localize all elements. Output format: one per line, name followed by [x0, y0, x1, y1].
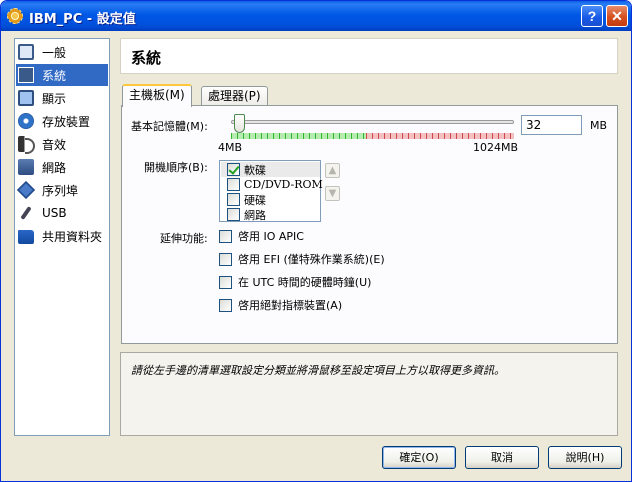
cancel-button[interactable]: 取消: [465, 446, 539, 469]
sidebar-item-display[interactable]: 顯示: [16, 87, 108, 109]
memory-safe-range: [231, 133, 366, 139]
extended-features-label: 延伸功能:: [160, 232, 208, 245]
sidebar-item-label: 序列埠: [42, 183, 79, 198]
motherboard-panel: [121, 105, 618, 344]
boot-item-label: CD/DVD-ROM: [244, 178, 323, 191]
sidebar-item-label: 網路: [42, 160, 67, 175]
close-button[interactable]: ✕: [606, 5, 628, 27]
memory-warn-range: [366, 133, 514, 139]
feature-label: 啓用 EFI (僅特殊作業系統)(E): [238, 253, 385, 266]
page-title: 系統: [131, 49, 162, 67]
sidebar-item-usb[interactable]: USB: [16, 202, 108, 224]
help-button[interactable]: ?: [581, 5, 603, 27]
window-title: IBM_PC - 設定值: [29, 12, 136, 27]
boot-item-checkbox[interactable]: [227, 163, 240, 176]
gear-icon: [7, 8, 23, 24]
memory-input[interactable]: [521, 115, 582, 135]
move-up-button[interactable]: ▲: [325, 163, 340, 178]
boot-item-floppy[interactable]: 軟碟: [221, 162, 320, 177]
boot-item-label: 網路: [244, 208, 266, 222]
feature-label: 啓用 IO APIC: [238, 230, 304, 243]
sidebar-item-label: 一般: [42, 45, 67, 60]
boot-item-network[interactable]: 網路: [221, 207, 320, 222]
boot-item-cdrom[interactable]: CD/DVD-ROM: [221, 177, 323, 192]
efi-checkbox[interactable]: [219, 252, 232, 266]
feature-absolute-pointer[interactable]: 啓用絕對指標裝置(A): [219, 297, 342, 313]
tab-processor[interactable]: 處理器(P): [201, 86, 268, 107]
sidebar-item-label: 存放裝置: [42, 114, 91, 129]
boot-item-checkbox[interactable]: [227, 178, 240, 191]
folder-icon: [18, 230, 34, 244]
settings-category-list[interactable]: 一般 系統 顯示 存放裝置 音效 網路 序列埠 USB 共用資料夾: [14, 38, 110, 436]
sidebar-item-serial[interactable]: 序列埠: [16, 179, 108, 201]
display-icon: [18, 90, 34, 106]
help-dialog-button[interactable]: 說明(H): [548, 446, 622, 469]
absolute-pointer-checkbox[interactable]: [219, 298, 232, 312]
feature-utc-clock[interactable]: 在 UTC 時間的硬體時鐘(U): [219, 274, 371, 290]
tab-motherboard[interactable]: 主機板(M): [122, 84, 192, 107]
memory-max-label: 1024MB: [473, 141, 519, 154]
feature-efi[interactable]: 啓用 EFI (僅特殊作業系統)(E): [219, 251, 385, 267]
settings-window: IBM_PC - 設定值 ? ✕ 一般 系統 顯示 存放裝置 音效 網路 序列埠…: [0, 0, 632, 482]
boot-item-harddisk[interactable]: 硬碟: [221, 192, 320, 207]
sidebar-item-general[interactable]: 一般: [16, 41, 108, 63]
sidebar-item-label: 音效: [42, 137, 67, 152]
io-apic-checkbox[interactable]: [219, 229, 232, 243]
boot-item-checkbox[interactable]: [227, 193, 240, 206]
chip-icon: [18, 67, 34, 83]
network-icon: [18, 159, 34, 175]
boot-order-list[interactable]: 軟碟 CD/DVD-ROM 硬碟 網路: [219, 160, 323, 222]
disc-icon: [18, 113, 34, 129]
feature-io-apic[interactable]: 啓用 IO APIC: [219, 228, 304, 244]
utc-clock-checkbox[interactable]: [219, 275, 232, 289]
speaker-icon: [18, 136, 35, 154]
sidebar-item-label: 顯示: [42, 91, 67, 106]
usb-icon: [18, 205, 34, 221]
memory-label: 基本記憶體(M):: [131, 120, 208, 133]
sidebar-item-label: 系統: [42, 68, 67, 83]
memory-min-label: 4MB: [218, 141, 243, 154]
boot-item-checkbox[interactable]: [227, 208, 240, 221]
serial-icon: [16, 180, 36, 200]
feature-label: 在 UTC 時間的硬體時鐘(U): [238, 276, 372, 289]
boot-item-label: 硬碟: [244, 193, 266, 207]
sidebar-item-system[interactable]: 系統: [16, 64, 108, 86]
move-down-button[interactable]: ▼: [325, 186, 340, 201]
sidebar-item-shared-folders[interactable]: 共用資料夾: [16, 225, 108, 247]
feature-label: 啓用絕對指標裝置(A): [238, 299, 343, 312]
memory-unit: MB: [590, 119, 608, 132]
sidebar-item-label: 共用資料夾: [42, 229, 103, 244]
description-text: 請從左手邊的清單選取設定分類並將滑鼠移至設定項目上方以取得更多資訊。: [131, 364, 505, 377]
section-header: 系統: [120, 38, 618, 74]
sidebar-item-network[interactable]: 網路: [16, 156, 108, 178]
boot-order-label: 開機順序(B):: [144, 161, 208, 174]
sidebar-item-audio[interactable]: 音效: [16, 133, 108, 155]
title-bar[interactable]: IBM_PC - 設定值 ? ✕: [1, 1, 631, 31]
monitor-icon: [18, 44, 34, 60]
memory-slider-track[interactable]: [231, 120, 514, 124]
boot-item-label: 軟碟: [244, 163, 266, 177]
ok-button[interactable]: 確定(O): [382, 446, 456, 469]
sidebar-item-storage[interactable]: 存放裝置: [16, 110, 108, 132]
description-box: 請從左手邊的清單選取設定分類並將滑鼠移至設定項目上方以取得更多資訊。: [120, 352, 618, 436]
memory-slider-thumb[interactable]: [234, 114, 245, 133]
sidebar-item-label: USB: [42, 206, 67, 220]
